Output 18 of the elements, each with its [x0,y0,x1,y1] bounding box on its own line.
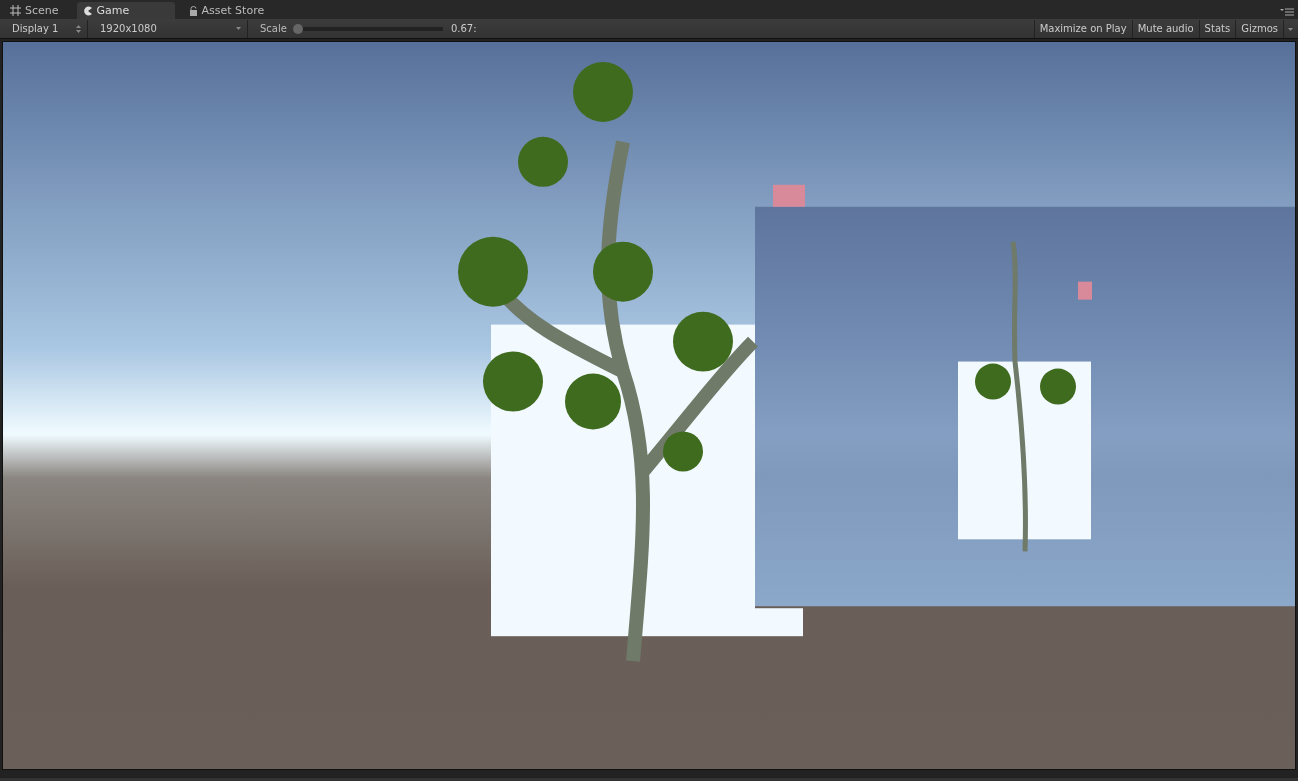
toolbar-toggle[interactable]: Maximize on Play [1033,19,1132,38]
toolbar-toggle[interactable]: Stats [1198,19,1236,38]
toolbar-toggle[interactable]: Gizmos [1235,19,1283,38]
lock-icon [188,5,198,16]
tab[interactable]: Asset Store [182,2,275,19]
scale-value: 0.67: [450,23,477,34]
resolution-dropdown[interactable]: 1920x1080 [88,19,248,38]
pacman-icon [82,5,93,16]
tab[interactable]: Scene [4,2,69,19]
caret-icon [236,27,241,30]
grid-icon [10,5,21,16]
slider-thumb[interactable] [292,23,303,34]
menu-icon[interactable] [1280,8,1294,16]
scale-label: Scale [260,23,287,34]
toolbar-toggle[interactable]: Mute audio [1131,19,1199,38]
updown-icon [76,24,81,33]
display-dropdown[interactable]: Display 1 [0,19,88,38]
tab[interactable]: Game [76,2,175,19]
